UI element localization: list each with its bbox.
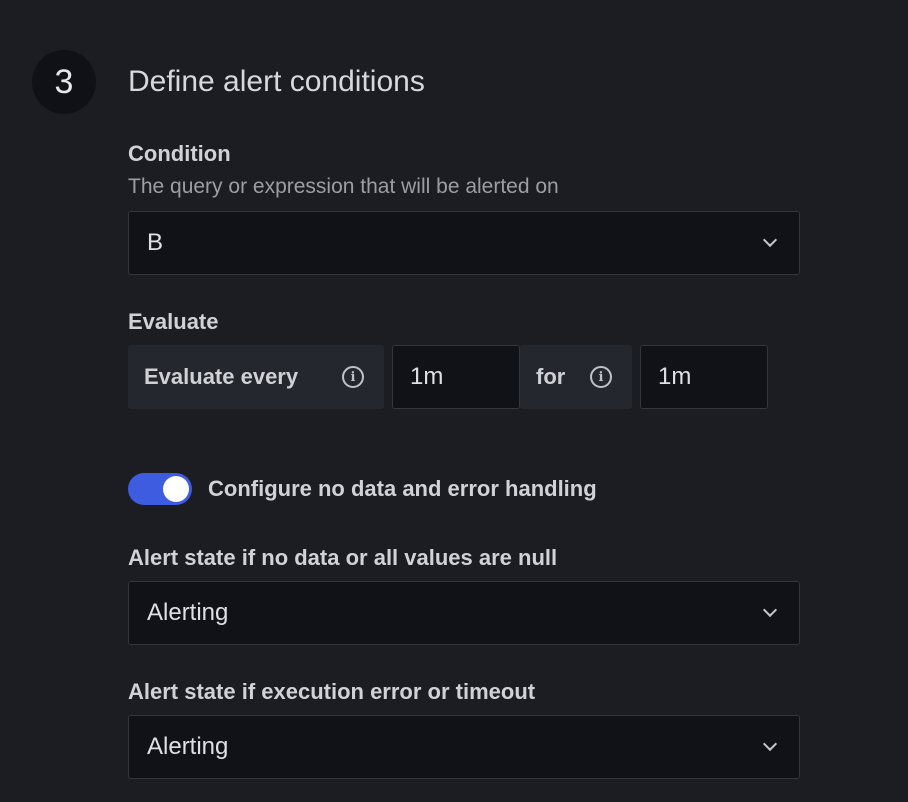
error-state-label: Alert state if execution error or timeou… [128,679,536,704]
no-data-error-handling-toggle[interactable] [128,473,192,505]
condition-select[interactable]: B [128,211,800,275]
condition-select-value: B [147,229,164,256]
info-circle-icon[interactable]: i [590,366,612,388]
chevron-down-icon [762,736,778,752]
for-duration-value: 1m [658,363,692,390]
for-addon: for i [520,345,632,409]
chevron-down-icon [762,602,778,618]
condition-label: Condition [128,141,231,166]
chevron-down-icon [762,232,778,248]
step-number-badge: 3 [32,50,96,114]
condition-description: The query or expression that will be ale… [128,175,559,198]
alert-conditions-section: 3 Define alert conditions Condition The … [0,0,908,802]
evaluate-every-label: Evaluate every [144,364,299,389]
evaluate-label: Evaluate [128,309,219,334]
error-state-value: Alerting [147,733,229,760]
info-circle-icon[interactable]: i [342,366,364,388]
toggle-knob [163,476,189,502]
error-state-select[interactable]: Alerting [128,715,800,779]
step-number: 3 [54,62,74,101]
no-data-state-label: Alert state if no data or all values are… [128,545,558,570]
no-data-state-select[interactable]: Alerting [128,581,800,645]
for-label: for [536,364,566,389]
no-data-error-handling-label: Configure no data and error handling [208,476,597,501]
no-data-state-value: Alerting [147,599,229,626]
evaluate-every-input[interactable]: 1m [392,345,520,409]
for-duration-input[interactable]: 1m [640,345,768,409]
section-title: Define alert conditions [128,65,425,98]
evaluate-every-addon: Evaluate every i [128,345,384,409]
evaluate-every-value: 1m [410,363,444,390]
